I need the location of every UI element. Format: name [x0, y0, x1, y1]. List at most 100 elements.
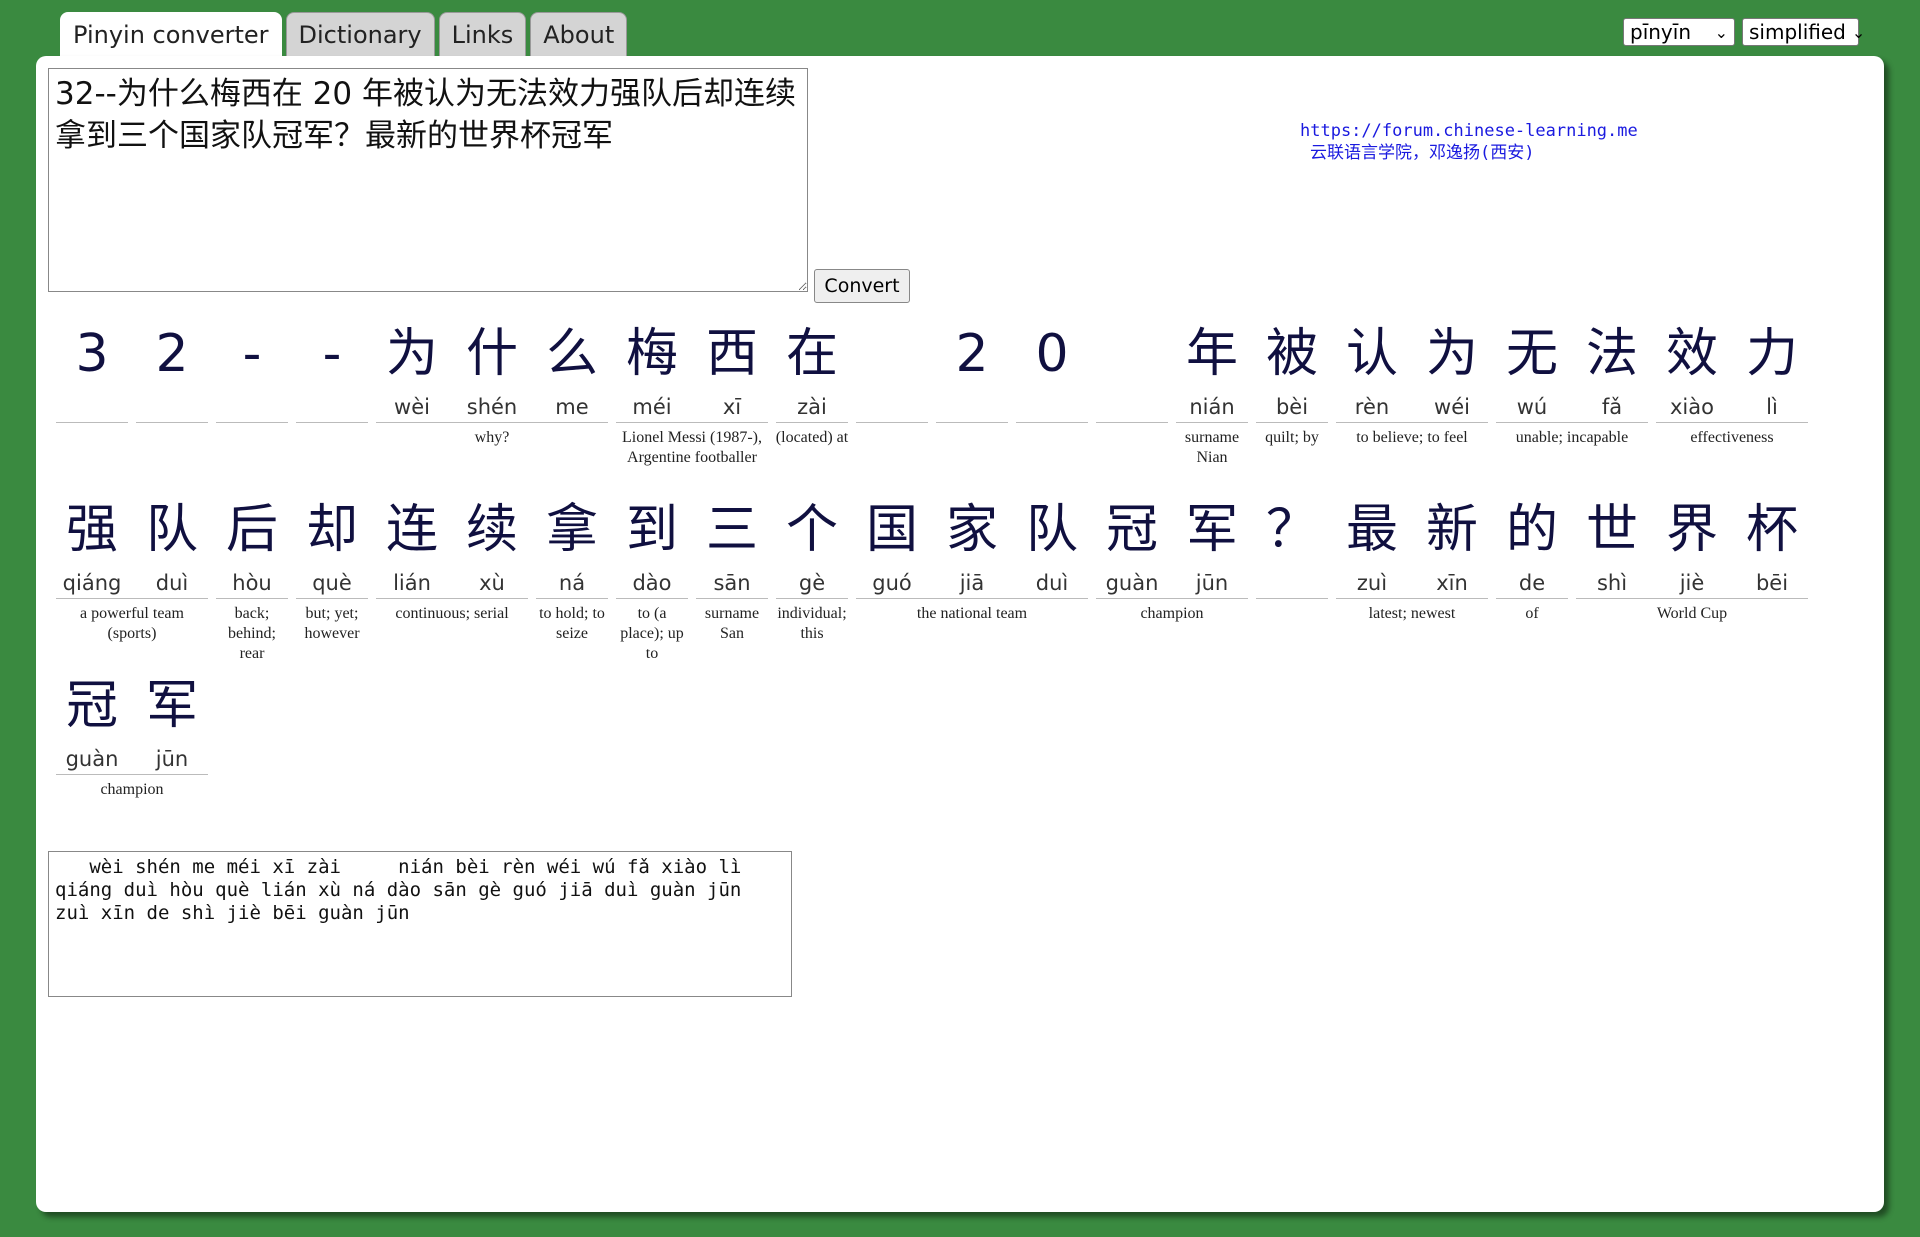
char-cell: 的 de	[1492, 494, 1572, 598]
tab-bar: Pinyin converter Dictionary Links About	[60, 12, 628, 57]
convert-button[interactable]: Convert	[814, 269, 910, 303]
word-gloss: champion	[100, 781, 164, 798]
word-underline	[1656, 422, 1808, 423]
pinyin-syllable: fǎ	[1601, 395, 1623, 419]
hanzi-char: 队	[145, 500, 198, 560]
word-underline	[1256, 598, 1328, 599]
pinyin-syllable: zài	[797, 395, 827, 419]
hanzi-char: 么	[545, 324, 598, 384]
char-cell: 为 wéi	[1412, 318, 1492, 422]
hanzi-char: 家	[945, 500, 998, 560]
hanzi-char: -	[242, 324, 262, 384]
char-cell: 为 wèi	[372, 318, 452, 422]
tab-about[interactable]: About	[530, 12, 628, 56]
char-cell	[1092, 318, 1172, 422]
pinyin-syllable: xù	[479, 571, 505, 595]
word-gloss: back; behind; rear	[228, 605, 276, 662]
word-underline	[1016, 422, 1088, 423]
char-row: 强 qiáng 队 duì 后 hòu 却 què 连 lián 续 xù 拿 ná 到 dào 三 sān 个 gè…	[52, 494, 1812, 598]
pinyin-syllable: guàn	[65, 747, 119, 771]
char-cell: 后 hòu	[212, 494, 292, 598]
pinyin-syllable: jūn	[1195, 571, 1229, 595]
pinyin-syllable: jiā	[959, 571, 985, 595]
word-underline	[56, 422, 128, 423]
char-cell: 家 jiā	[932, 494, 1012, 598]
hanzi-char: 后	[225, 500, 278, 560]
char-cell: 冠 guàn	[52, 670, 132, 774]
pinyin-syllable: rèn	[1354, 395, 1390, 419]
char-cell: 2	[932, 318, 1012, 422]
tab-pinyin-converter[interactable]: Pinyin converter	[60, 12, 282, 57]
word-underline	[1336, 598, 1488, 599]
word-gloss: champion	[1140, 605, 1204, 622]
word-underline	[1176, 422, 1248, 423]
char-cell: 冠 guàn	[1092, 494, 1172, 598]
word-underline	[376, 422, 608, 423]
forum-link[interactable]: https://forum.chinese-learning.me	[1300, 120, 1638, 142]
pinyin-syllable: xīn	[1436, 571, 1468, 595]
pinyin-syllable: nián	[1189, 395, 1235, 419]
char-cell: 界 jiè	[1652, 494, 1732, 598]
word-gloss: surname Nian	[1184, 429, 1240, 466]
pinyin-syllable: jiè	[1679, 571, 1705, 595]
hanzi-char: 为	[1425, 324, 1478, 384]
hanzi-char: 强	[65, 500, 118, 560]
pinyin-syllable: bēi	[1755, 571, 1789, 595]
pinyin-syllable: què	[312, 571, 352, 595]
tab-dictionary[interactable]: Dictionary	[285, 12, 435, 56]
char-cell: 到 dào	[612, 494, 692, 598]
word-underline	[376, 598, 528, 599]
chevron-down-icon: ⌄	[1714, 22, 1728, 42]
char-cell: 效 xiào	[1652, 318, 1732, 422]
pinyin-syllable: gè	[798, 571, 826, 595]
tab-links[interactable]: Links	[438, 12, 527, 56]
char-cell: 无 wú	[1492, 318, 1572, 422]
pinyin-output-textarea[interactable]: wèi shén me méi xī zài nián bèi rèn wéi …	[48, 851, 792, 997]
char-cell: 三 sān	[692, 494, 772, 598]
script-select[interactable]: simplified ⌄	[1742, 18, 1865, 46]
pinyin-syllable: de	[1518, 571, 1546, 595]
hanzi-char: 认	[1345, 324, 1398, 384]
word-gloss: to (a place); up to	[620, 605, 684, 662]
word-underline	[696, 598, 768, 599]
char-cell: 拿 ná	[532, 494, 612, 598]
word-underline	[1576, 598, 1808, 599]
hanzi-char: 最	[1345, 500, 1398, 560]
word-underline	[216, 598, 288, 599]
hanzi-char: 队	[1025, 500, 1078, 560]
pinyin-syllable: shì	[1596, 571, 1628, 595]
hanzi-char: 什	[465, 324, 518, 384]
word-underline	[776, 422, 848, 423]
char-cell: 0	[1012, 318, 1092, 422]
char-cell: -	[212, 318, 292, 422]
pinyin-syllable: méi	[632, 395, 672, 419]
hanzi-char: 军	[1185, 500, 1238, 560]
hanzi-char: 2	[955, 324, 989, 384]
pinyin-syllable: hòu	[232, 571, 272, 595]
pinyin-syllable: duì	[1035, 571, 1069, 595]
char-cell: 连 lián	[372, 494, 452, 598]
char-cell: 杯 bēi	[1732, 494, 1812, 598]
char-cell: 年 nián	[1172, 318, 1252, 422]
hanzi-char: 冠	[65, 676, 118, 736]
hanzi-char: 连	[385, 500, 438, 560]
hanzi-char: 三	[705, 500, 758, 560]
pinyin-syllable: xī	[722, 395, 742, 419]
hanzi-char: 杯	[1745, 500, 1798, 560]
char-cell: 国 guó	[852, 494, 932, 598]
hanzi-char: 为	[385, 324, 438, 384]
hanzi-char: 的	[1505, 500, 1558, 560]
pinyin-syllable: guó	[872, 571, 912, 595]
chinese-input-textarea[interactable]: 32--为什么梅西在 20 年被认为无法效力强队后却连续拿到三个国家队冠军？最新…	[48, 68, 808, 292]
char-cell: 3	[52, 318, 132, 422]
word-underline	[1256, 422, 1328, 423]
hanzi-char: 2	[155, 324, 189, 384]
char-cell: 队 duì	[1012, 494, 1092, 598]
char-row: 冠 guàn 军 jūn	[52, 670, 212, 774]
word-gloss: (located) at	[775, 429, 849, 446]
hanzi-char: ？	[1265, 500, 1318, 560]
hanzi-char: 西	[705, 324, 758, 384]
romanization-select[interactable]: pīnyīn ⌄	[1623, 18, 1735, 46]
hanzi-char: 效	[1665, 324, 1718, 384]
word-gloss: effectiveness	[1690, 429, 1774, 446]
